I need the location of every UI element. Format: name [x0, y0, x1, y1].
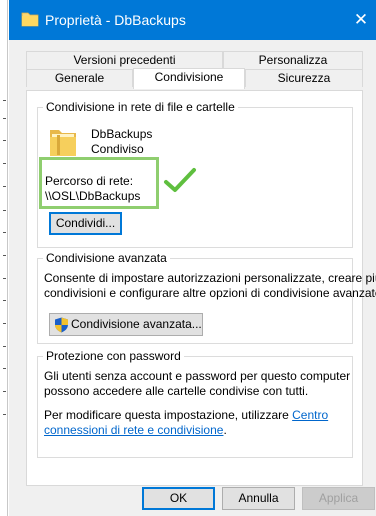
- group-title: Condivisione in rete di file e cartelle: [43, 100, 238, 114]
- password-protection-description: Gli utenti senza account e password per …: [44, 369, 351, 383]
- properties-dialog: Proprietà - DbBackups ✕ Versioni precede…: [9, 0, 376, 516]
- advanced-sharing-button[interactable]: Condivisione avanzata...: [49, 313, 203, 336]
- background-window-strip: [0, 0, 8, 516]
- ok-button[interactable]: OK: [142, 487, 215, 510]
- uac-shield-icon: [55, 317, 68, 333]
- tab-generale[interactable]: Generale: [26, 69, 133, 87]
- advanced-sharing-button-label: Condivisione avanzata...: [71, 317, 202, 331]
- checkmark-icon: [164, 168, 196, 192]
- folder-name: DbBackups: [91, 127, 153, 141]
- folder-icon: [21, 12, 39, 27]
- window-title: Proprietà - DbBackups: [45, 12, 186, 28]
- link-period: .: [223, 423, 227, 437]
- advanced-sharing-group: Condivisione avanzata Consente di impost…: [37, 251, 376, 344]
- folder-share-status: Condiviso: [91, 142, 144, 156]
- tab-condivisione[interactable]: Condivisione: [133, 68, 245, 89]
- tab-sicurezza[interactable]: Sicurezza: [245, 69, 363, 87]
- close-button[interactable]: ✕: [346, 0, 376, 40]
- tab-personalizza[interactable]: Personalizza: [223, 51, 363, 69]
- title-bar[interactable]: Proprietà - DbBackups ✕: [9, 0, 376, 40]
- tab-versioni-precedenti[interactable]: Versioni precedenti: [26, 51, 223, 69]
- advanced-sharing-description: condivisioni e configurare altre opzioni…: [44, 286, 376, 300]
- share-button[interactable]: Condividi...: [49, 212, 122, 235]
- cancel-button[interactable]: Annulla: [222, 487, 295, 510]
- advanced-sharing-description: Consente di impostare autorizzazioni per…: [44, 271, 376, 285]
- group-title: Protezione con password: [43, 349, 184, 363]
- change-setting-text-line2: connessioni di rete e condivisione.: [44, 423, 227, 438]
- password-protection-description: possono accedere alle cartelle condivise…: [44, 384, 309, 398]
- network-center-link[interactable]: Centro: [292, 408, 328, 422]
- network-center-link[interactable]: connessioni di rete e condivisione: [44, 423, 223, 437]
- change-setting-text: Per modificare questa impostazione, util…: [44, 408, 328, 423]
- path-highlight-box: [39, 157, 159, 209]
- password-protection-group: Protezione con password Gli utenti senza…: [37, 349, 353, 458]
- apply-button[interactable]: Applica: [302, 487, 375, 510]
- shared-folder-icon: [50, 130, 76, 156]
- group-title: Condivisione avanzata: [43, 251, 170, 265]
- sharing-tab-panel: Condivisione in rete di file e cartelle …: [26, 90, 376, 486]
- change-setting-prefix: Per modificare questa impostazione, util…: [44, 408, 289, 422]
